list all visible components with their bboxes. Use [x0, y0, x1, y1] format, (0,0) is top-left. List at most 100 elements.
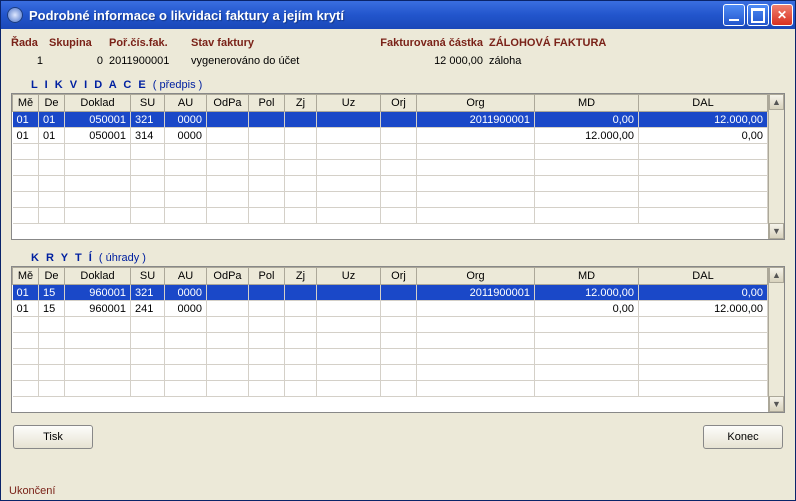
cell-uz [317, 128, 381, 144]
table-header: Mě De Doklad SU AU OdPa Pol Zj Uz Orj Or [13, 268, 768, 285]
cell-su: 321 [131, 285, 165, 301]
titlebar: Podrobné informace o likvidaci faktury a… [1, 1, 795, 29]
cell-odpa [207, 301, 249, 317]
cell-odpa [207, 285, 249, 301]
table-row[interactable] [13, 333, 768, 349]
table-row[interactable] [13, 317, 768, 333]
table-row[interactable] [13, 381, 768, 397]
cell-org: 2011900001 [417, 112, 535, 128]
label-zaloha: ZÁLOHOVÁ FAKTURA [489, 37, 785, 49]
table-row[interactable] [13, 192, 768, 208]
cell-orj [381, 128, 417, 144]
cell-orj [381, 112, 417, 128]
label-castka: Fakturovaná částka [351, 37, 489, 49]
cell-su: 321 [131, 112, 165, 128]
cell-su: 314 [131, 128, 165, 144]
table-row[interactable] [13, 160, 768, 176]
col-pol[interactable]: Pol [249, 95, 285, 112]
table-row[interactable]: 01159600013210000201190000112.000,000,00 [13, 285, 768, 301]
header-labels: Řada Skupina Poř.čís.fak. Stav faktury F… [11, 37, 785, 49]
table-row[interactable] [13, 144, 768, 160]
col-zj[interactable]: Zj [285, 95, 317, 112]
cell-md: 0,00 [535, 112, 639, 128]
col-zj[interactable]: Zj [285, 268, 317, 285]
scroll-up-icon[interactable]: ▲ [769, 267, 784, 283]
col-au[interactable]: AU [165, 95, 207, 112]
cell-zj [285, 128, 317, 144]
minimize-button[interactable] [723, 4, 745, 26]
grid-kryti: Mě De Doklad SU AU OdPa Pol Zj Uz Orj Or [11, 266, 785, 413]
scroll-down-icon[interactable]: ▼ [769, 396, 784, 412]
col-doklad[interactable]: Doklad [65, 95, 131, 112]
col-dal[interactable]: DAL [639, 268, 768, 285]
col-dal[interactable]: DAL [639, 95, 768, 112]
kryti-sub: ( úhrady ) [99, 252, 146, 264]
value-castka: 12 000,00 [351, 55, 489, 67]
col-org[interactable]: Org [417, 95, 535, 112]
cell-dal: 0,00 [639, 128, 768, 144]
cell-odpa [207, 128, 249, 144]
col-au[interactable]: AU [165, 268, 207, 285]
cell-org [417, 301, 535, 317]
col-doklad[interactable]: Doklad [65, 268, 131, 285]
label-por: Poř.čís.fak. [109, 37, 191, 49]
col-md[interactable]: MD [535, 95, 639, 112]
cell-me: 01 [13, 112, 39, 128]
table-row[interactable]: 0101050001321000020119000010,0012.000,00 [13, 112, 768, 128]
col-pol[interactable]: Pol [249, 268, 285, 285]
value-zaloha: záloha [489, 55, 785, 67]
cell-odpa [207, 112, 249, 128]
cell-de: 15 [39, 285, 65, 301]
scroll-down-icon[interactable]: ▼ [769, 223, 784, 239]
col-uz[interactable]: Uz [317, 95, 381, 112]
cell-pol [249, 301, 285, 317]
cell-zj [285, 285, 317, 301]
col-orj[interactable]: Orj [381, 95, 417, 112]
cell-doklad: 960001 [65, 285, 131, 301]
col-odpa[interactable]: OdPa [207, 268, 249, 285]
kryti-title-text: K R Y T Í [31, 252, 94, 264]
col-su[interactable]: SU [131, 268, 165, 285]
scrollbar-likvidace[interactable]: ▲ ▼ [768, 94, 784, 239]
window: Podrobné informace o likvidaci faktury a… [0, 0, 796, 501]
section-likvidace-title: L I K V I D A C E ( předpis ) [11, 79, 785, 91]
col-su[interactable]: SU [131, 95, 165, 112]
table-row[interactable]: 0101050001314000012.000,000,00 [13, 128, 768, 144]
cell-su: 241 [131, 301, 165, 317]
cell-orj [381, 301, 417, 317]
cell-md: 12.000,00 [535, 285, 639, 301]
col-org[interactable]: Org [417, 268, 535, 285]
cell-me: 01 [13, 285, 39, 301]
cell-zj [285, 301, 317, 317]
cell-md: 0,00 [535, 301, 639, 317]
scroll-up-icon[interactable]: ▲ [769, 94, 784, 110]
col-odpa[interactable]: OdPa [207, 95, 249, 112]
table-row[interactable] [13, 208, 768, 224]
col-me[interactable]: Mě [13, 268, 39, 285]
tisk-button[interactable]: Tisk [13, 425, 93, 449]
cell-au: 0000 [165, 128, 207, 144]
window-buttons [723, 4, 793, 26]
table-row[interactable]: 011596000124100000,0012.000,00 [13, 301, 768, 317]
header-values: 1 0 2011900001 vygenerováno do účet 12 0… [11, 55, 785, 67]
konec-button[interactable]: Konec [703, 425, 783, 449]
table-row[interactable] [13, 349, 768, 365]
col-orj[interactable]: Orj [381, 268, 417, 285]
table-row[interactable] [13, 176, 768, 192]
table-row[interactable] [13, 365, 768, 381]
cell-au: 0000 [165, 301, 207, 317]
col-me[interactable]: Mě [13, 95, 39, 112]
col-de[interactable]: De [39, 95, 65, 112]
cell-org: 2011900001 [417, 285, 535, 301]
cell-au: 0000 [165, 285, 207, 301]
cell-de: 01 [39, 128, 65, 144]
close-button[interactable] [771, 4, 793, 26]
table-likvidace[interactable]: Mě De Doklad SU AU OdPa Pol Zj Uz Orj Or [12, 94, 768, 224]
maximize-button[interactable] [747, 4, 769, 26]
col-uz[interactable]: Uz [317, 268, 381, 285]
table-kryti[interactable]: Mě De Doklad SU AU OdPa Pol Zj Uz Orj Or [12, 267, 768, 397]
cell-pol [249, 112, 285, 128]
col-md[interactable]: MD [535, 268, 639, 285]
scrollbar-kryti[interactable]: ▲ ▼ [768, 267, 784, 412]
col-de[interactable]: De [39, 268, 65, 285]
